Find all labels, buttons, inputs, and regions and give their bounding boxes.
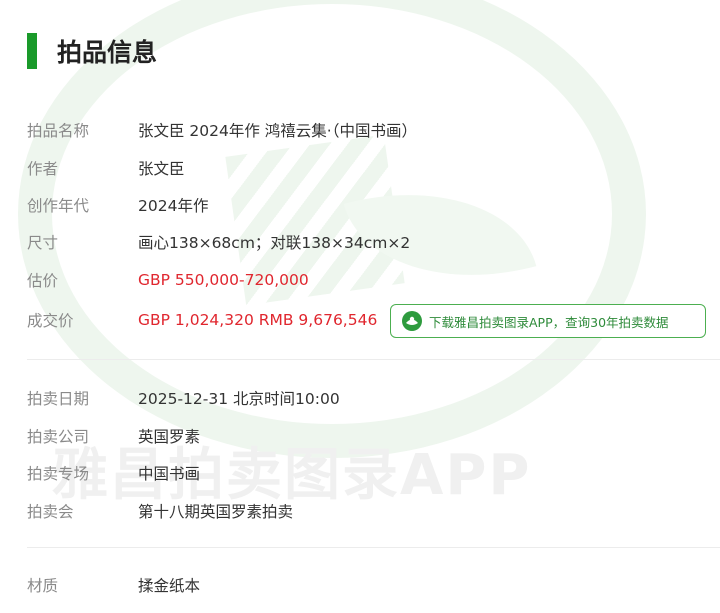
info-row-year: 创作年代 2024年作 [27, 190, 208, 220]
divider [27, 359, 720, 360]
info-value: 英国罗素 [138, 428, 201, 446]
info-row-lot-name: 拍品名称 张文臣 2024年作 鸿禧云集·（中国书画） [27, 115, 417, 145]
info-row-author: 作者 张文臣 [27, 153, 185, 183]
info-label: 材质 [27, 577, 59, 595]
info-label: 拍品名称 [27, 122, 90, 140]
download-app-button[interactable]: 下载雅昌拍卖图录APP，查询30年拍卖数据 [390, 304, 706, 338]
header-accent-bar [27, 33, 37, 69]
info-row-hammer-price: 成交价 GBP 1,024,320 RMB 9,676,546 [27, 305, 377, 335]
info-row-auction-session: 拍卖专场 中国书画 [27, 458, 200, 488]
info-row-auction-date: 拍卖日期 2025-12-31 北京时间10:00 [27, 383, 340, 413]
info-value: 张文臣 2024年作 鸿禧云集·（中国书画） [138, 122, 417, 140]
page-title: 拍品信息 [57, 38, 158, 67]
info-value: 第十八期英国罗素拍卖 [138, 503, 294, 521]
info-value: 揉金纸本 [138, 577, 201, 595]
info-row-auction-event: 拍卖会 第十八期英国罗素拍卖 [27, 496, 293, 526]
info-row-estimate: 估价 GBP 550,000-720,000 [27, 265, 309, 295]
info-label: 成交价 [27, 312, 74, 330]
hammer-price-value: GBP 1,024,320 RMB 9,676,546 [138, 311, 378, 329]
info-value: 中国书画 [138, 465, 201, 483]
section-header: 拍品信息 [27, 33, 157, 69]
info-label: 拍卖专场 [27, 465, 90, 483]
info-row-material: 材质 揉金纸本 [27, 570, 200, 600]
info-value: 张文臣 [138, 160, 185, 178]
info-label: 创作年代 [27, 197, 90, 215]
info-label: 尺寸 [27, 234, 59, 252]
info-label: 拍卖会 [27, 503, 74, 521]
info-row-size: 尺寸 画心138×68cm；对联138×34cm×2 [27, 227, 410, 257]
estimate-value: GBP 550,000-720,000 [138, 271, 309, 289]
info-label: 拍卖公司 [27, 428, 90, 446]
artron-logo-icon [402, 311, 422, 331]
divider [27, 547, 720, 548]
info-row-auction-house: 拍卖公司 英国罗素 [27, 421, 200, 451]
info-value: 2025-12-31 北京时间10:00 [138, 390, 340, 408]
info-label: 拍卖日期 [27, 390, 90, 408]
info-label: 估价 [27, 272, 59, 290]
info-label: 作者 [27, 160, 59, 178]
download-app-label: 下载雅昌拍卖图录APP，查询30年拍卖数据 [429, 314, 669, 330]
info-value: 画心138×68cm；对联138×34cm×2 [138, 234, 411, 252]
info-value: 2024年作 [138, 197, 209, 215]
